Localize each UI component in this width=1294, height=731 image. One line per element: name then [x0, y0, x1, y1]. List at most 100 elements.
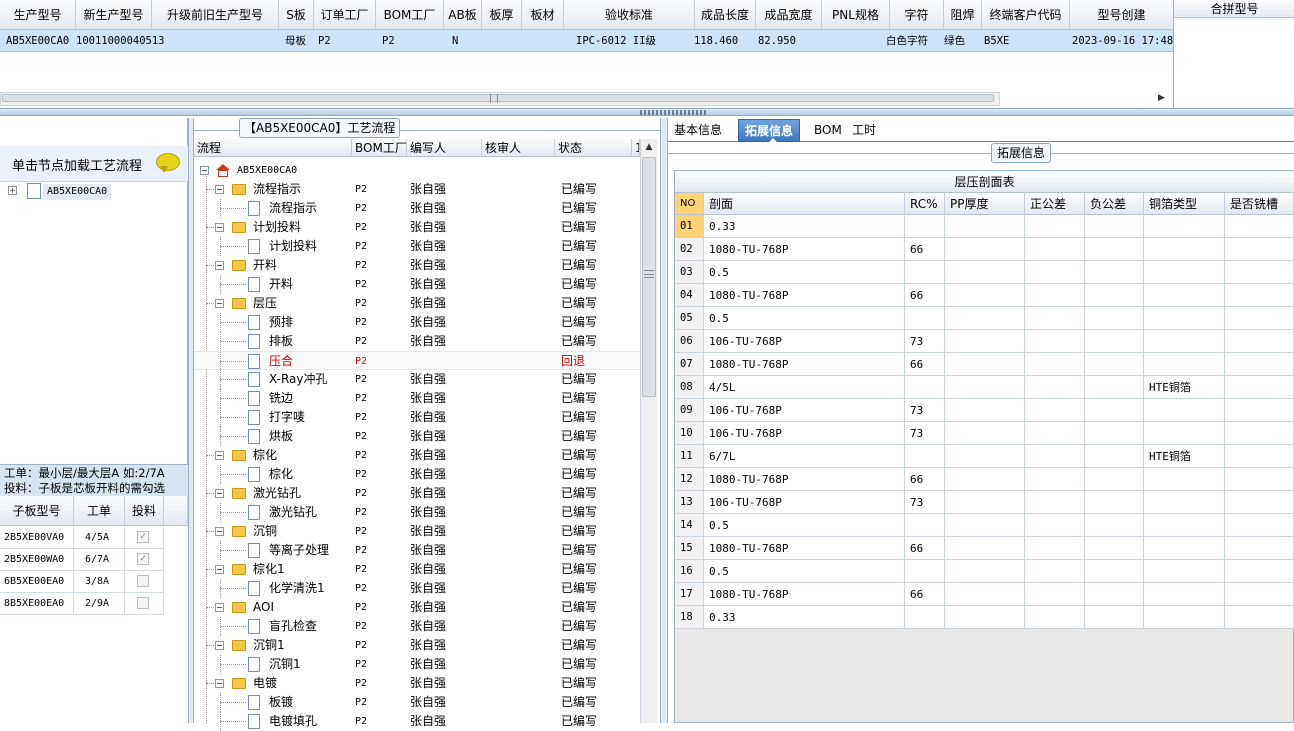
- lamination-cell[interactable]: [1225, 330, 1294, 353]
- lamination-cell[interactable]: [1144, 491, 1225, 514]
- order-col-header[interactable]: 生产型号: [0, 0, 76, 30]
- order-cell[interactable]: AB5XE00CA0: [2, 30, 69, 52]
- order-cell[interactable]: [152, 30, 156, 52]
- lamination-cell[interactable]: [1225, 514, 1294, 537]
- collapse-icon[interactable]: −: [215, 299, 224, 308]
- lamination-cell[interactable]: [905, 606, 945, 629]
- lamination-cell[interactable]: 73: [905, 330, 945, 353]
- lamination-cell[interactable]: [1225, 468, 1294, 491]
- sub-grid-col-header[interactable]: 投料: [125, 496, 164, 526]
- lamination-cell[interactable]: 73: [905, 399, 945, 422]
- lamination-cell[interactable]: [1225, 353, 1294, 376]
- lamination-cell[interactable]: [945, 284, 1025, 307]
- lamination-cell[interactable]: [945, 537, 1025, 560]
- process-col-header[interactable]: 核审人: [482, 139, 555, 157]
- tree-expand-icon[interactable]: +: [8, 186, 17, 195]
- lamination-cell[interactable]: 106-TU-768P: [704, 399, 905, 422]
- lamination-cell[interactable]: 73: [905, 491, 945, 514]
- order-col-header[interactable]: 板厚: [482, 0, 522, 30]
- lamination-col-header[interactable]: 是否铣槽: [1225, 193, 1294, 215]
- lamination-cell[interactable]: [1225, 422, 1294, 445]
- lamination-cell[interactable]: [1144, 583, 1225, 606]
- order-cell[interactable]: P2: [378, 30, 395, 52]
- lamination-cell[interactable]: [1225, 215, 1294, 238]
- process-step-row[interactable]: 预排 P2 张自强 已编写: [194, 313, 640, 332]
- lamination-cell[interactable]: [1144, 422, 1225, 445]
- process-group-row[interactable]: − 棕化1 P2 张自强 已编写: [194, 560, 640, 579]
- tree-node-model[interactable]: AB5XE00CA0: [43, 184, 112, 200]
- process-step-row[interactable]: 等离子处理 P2 张自强 已编写: [194, 541, 640, 560]
- lamination-cell[interactable]: [905, 514, 945, 537]
- order-cell[interactable]: 118.460: [690, 30, 738, 52]
- order-col-header[interactable]: 板材: [522, 0, 564, 30]
- lamination-cell[interactable]: [1085, 238, 1144, 261]
- process-group-row[interactable]: − 开料 P2 张自强 已编写: [194, 256, 640, 275]
- lamination-cell[interactable]: [945, 583, 1025, 606]
- lamination-cell[interactable]: [1085, 399, 1144, 422]
- sub-grid-col-header[interactable]: 子板型号: [0, 496, 74, 526]
- process-step-row[interactable]: 打字唛 P2 张自强 已编写: [194, 408, 640, 427]
- lamination-cell[interactable]: 07: [675, 353, 704, 376]
- lamination-row[interactable]: 10 106-TU-768P 73: [675, 422, 1294, 445]
- lamination-cell[interactable]: [945, 330, 1025, 353]
- lamination-cell[interactable]: [1085, 284, 1144, 307]
- process-col-header[interactable]: BOM工厂: [352, 139, 407, 157]
- order-cell[interactable]: N: [448, 30, 458, 52]
- process-tree-root[interactable]: − AB5XE00CA0: [194, 161, 640, 180]
- order-col-header[interactable]: 阻焊: [944, 0, 982, 30]
- lamination-row[interactable]: 06 106-TU-768P 73: [675, 330, 1294, 353]
- lamination-cell[interactable]: [1085, 422, 1144, 445]
- lamination-cell[interactable]: [945, 261, 1025, 284]
- feed-checkbox[interactable]: [137, 597, 149, 609]
- lamination-cell[interactable]: 11: [675, 445, 704, 468]
- sub-board-row[interactable]: 6B5XE00EA0 3/8A: [0, 571, 188, 593]
- tab-0[interactable]: 基本信息: [668, 119, 728, 142]
- order-col-header[interactable]: 验收标准: [564, 0, 695, 30]
- lamination-cell[interactable]: [1025, 261, 1085, 284]
- lamination-cell[interactable]: [905, 261, 945, 284]
- lamination-cell[interactable]: [1085, 514, 1144, 537]
- lamination-cell[interactable]: 09: [675, 399, 704, 422]
- lamination-cell[interactable]: [1025, 514, 1085, 537]
- lamination-cell[interactable]: 1080-TU-768P: [704, 468, 905, 491]
- lamination-cell[interactable]: 0.5: [704, 307, 905, 330]
- lamination-cell[interactable]: HTE铜箔: [1144, 376, 1225, 399]
- order-cell[interactable]: [522, 30, 526, 52]
- lamination-cell[interactable]: [945, 422, 1025, 445]
- lamination-cell[interactable]: 17: [675, 583, 704, 606]
- process-step-row[interactable]: 棕化 P2 张自强 已编写: [194, 465, 640, 484]
- lamination-row[interactable]: 04 1080-TU-768P 66: [675, 284, 1294, 307]
- lamination-cell[interactable]: [1025, 537, 1085, 560]
- process-step-row[interactable]: 烘板 P2 张自强 已编写: [194, 427, 640, 446]
- lamination-cell[interactable]: 0.5: [704, 560, 905, 583]
- lamination-row[interactable]: 05 0.5: [675, 307, 1294, 330]
- lamination-cell[interactable]: [1225, 560, 1294, 583]
- lamination-cell[interactable]: 4/5L: [704, 376, 905, 399]
- process-group-row[interactable]: − 流程指示 P2 张自强 已编写: [194, 180, 640, 199]
- process-step-row[interactable]: 盲孔检查 P2 张自强 已编写: [194, 617, 640, 636]
- lamination-cell[interactable]: 66: [905, 238, 945, 261]
- process-step-row[interactable]: 铣边 P2 张自强 已编写: [194, 389, 640, 408]
- process-step-row[interactable]: 压合 P2 回退: [194, 351, 640, 371]
- collapse-icon[interactable]: −: [215, 489, 224, 498]
- lamination-cell[interactable]: 1080-TU-768P: [704, 238, 905, 261]
- lamination-cell[interactable]: [905, 215, 945, 238]
- tab-3[interactable]: 工时: [846, 119, 882, 142]
- lamination-cell[interactable]: [945, 353, 1025, 376]
- collapse-icon[interactable]: −: [215, 261, 224, 270]
- right-vertical-splitter[interactable]: [660, 118, 668, 723]
- lamination-cell[interactable]: 66: [905, 353, 945, 376]
- process-step-row[interactable]: 电镀填孔 P2 张自强 已编写: [194, 712, 640, 731]
- order-col-header[interactable]: S板: [279, 0, 314, 30]
- lamination-cell[interactable]: [905, 376, 945, 399]
- lamination-cell[interactable]: [1144, 238, 1225, 261]
- lamination-cell[interactable]: 06: [675, 330, 704, 353]
- order-cell[interactable]: 10011000040513: [72, 30, 165, 52]
- process-col-header[interactable]: 状态: [555, 139, 632, 157]
- lamination-cell[interactable]: [945, 445, 1025, 468]
- order-col-header[interactable]: 字符: [890, 0, 944, 30]
- lamination-cell[interactable]: [1025, 422, 1085, 445]
- order-cell[interactable]: IPC-6012 II级: [572, 30, 656, 52]
- lamination-cell[interactable]: [1025, 376, 1085, 399]
- lamination-cell[interactable]: 18: [675, 606, 704, 629]
